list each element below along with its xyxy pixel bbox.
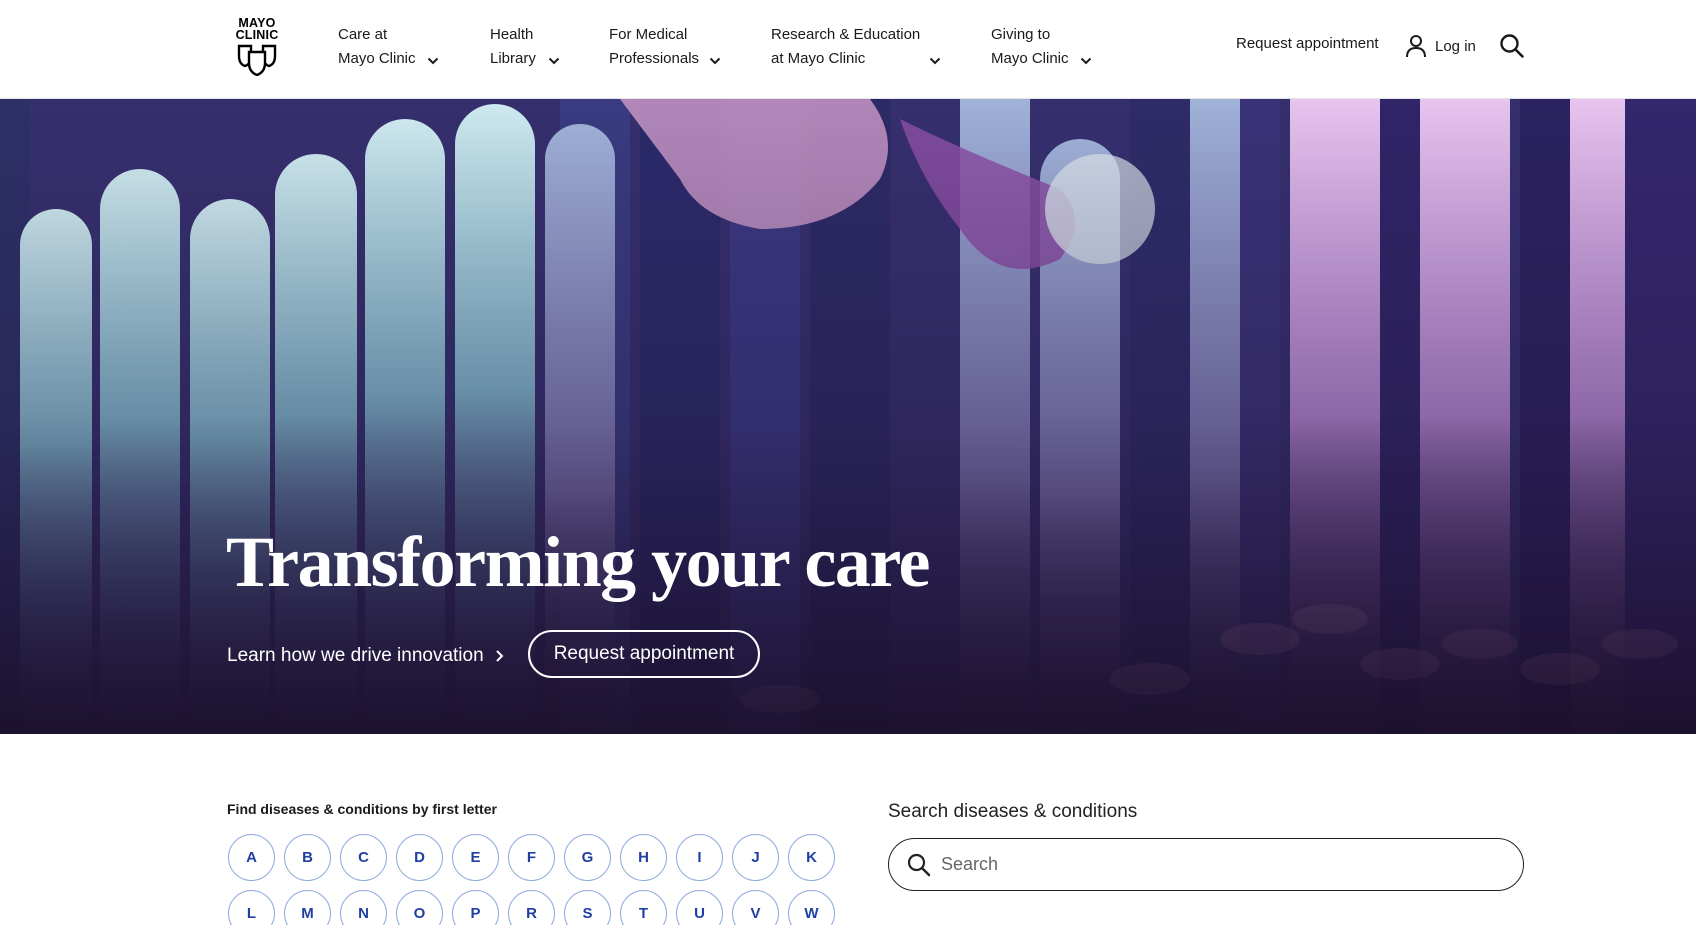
chevron-down-icon — [929, 55, 941, 67]
login-label: Log in — [1435, 37, 1476, 55]
hero-title: Transforming your care — [226, 522, 930, 602]
search-icon — [907, 853, 931, 876]
letter-button[interactable]: F — [508, 834, 555, 881]
letter-button[interactable]: G — [564, 834, 611, 881]
letter-button[interactable]: N — [340, 890, 387, 925]
chevron-down-icon — [709, 55, 721, 67]
nav-research-education[interactable]: Research & Education at Mayo Clinic — [771, 23, 943, 71]
alpha-index-title: Find diseases & conditions by first lett… — [227, 801, 497, 817]
letter-button[interactable]: D — [396, 834, 443, 881]
chevron-down-icon — [1080, 55, 1092, 67]
letter-button[interactable]: A — [228, 834, 275, 881]
learn-innovation-link[interactable]: Learn how we drive innovation — [227, 645, 504, 667]
login-button[interactable]: Log in — [1405, 33, 1476, 59]
nav-care-at-mayo-clinic[interactable]: Care at Mayo Clinic — [338, 23, 439, 71]
letter-button[interactable]: C — [340, 834, 387, 881]
search-button[interactable] — [1499, 33, 1525, 59]
nav-giving-to-mayo-clinic[interactable]: Giving to Mayo Clinic — [991, 23, 1092, 71]
letter-button[interactable]: O — [396, 890, 443, 925]
three-shields-icon — [237, 44, 277, 76]
conditions-search-input[interactable] — [941, 854, 1501, 875]
chevron-down-icon — [427, 55, 439, 67]
letter-button[interactable]: W — [788, 890, 835, 925]
search-conditions-title: Search diseases & conditions — [888, 801, 1138, 822]
letter-button[interactable]: S — [564, 890, 611, 925]
logo-text: MAYO CLINIC — [235, 16, 279, 42]
hero-background-image — [0, 99, 1696, 734]
hero-request-appointment-button[interactable]: Request appointment — [528, 630, 760, 678]
letter-button[interactable]: I — [676, 834, 723, 881]
letter-button[interactable]: M — [284, 890, 331, 925]
letter-button[interactable]: T — [620, 890, 667, 925]
letter-button[interactable]: V — [732, 890, 779, 925]
letter-button[interactable]: B — [284, 834, 331, 881]
nav-health-library[interactable]: Health Library — [490, 23, 560, 71]
letter-button[interactable]: J — [732, 834, 779, 881]
letter-button[interactable]: K — [788, 834, 835, 881]
letter-button[interactable]: H — [620, 834, 667, 881]
letter-button[interactable]: L — [228, 890, 275, 925]
mayo-clinic-logo[interactable]: MAYO CLINIC — [233, 17, 281, 79]
conditions-search-box — [888, 838, 1524, 891]
letter-button[interactable]: U — [676, 890, 723, 925]
search-icon — [1500, 34, 1524, 58]
site-header: MAYO CLINIC Care at Mayo Clinic Health L… — [0, 0, 1696, 99]
request-appointment-link[interactable]: Request appointment — [1236, 35, 1379, 52]
nav-for-medical-professionals[interactable]: For Medical Professionals — [609, 23, 721, 71]
chevron-down-icon — [548, 55, 560, 67]
hero-banner: Transforming your care Learn how we driv… — [0, 99, 1696, 734]
letter-button[interactable]: E — [452, 834, 499, 881]
user-icon — [1406, 35, 1426, 58]
chevron-right-icon — [495, 650, 504, 662]
learn-innovation-label: Learn how we drive innovation — [227, 645, 484, 666]
letter-button[interactable]: P — [452, 890, 499, 925]
letter-button[interactable]: R — [508, 890, 555, 925]
